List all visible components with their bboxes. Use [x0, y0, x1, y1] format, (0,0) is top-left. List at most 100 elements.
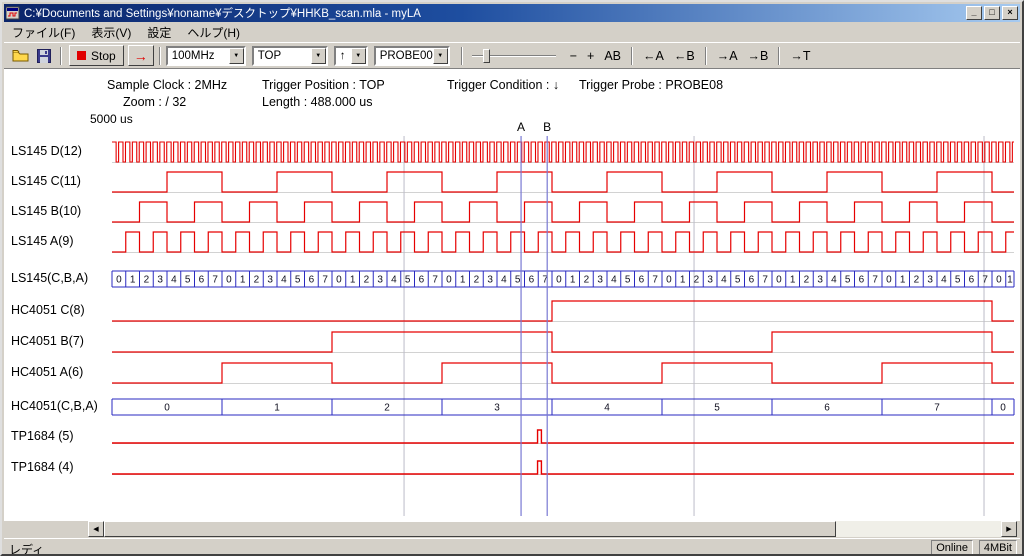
bus-value: 3	[157, 275, 163, 286]
sample-rate-combo[interactable]: 100MHz ▼	[166, 46, 246, 66]
bus-value: 3	[377, 275, 383, 286]
goto-trigger-button[interactable]: →T	[786, 48, 814, 64]
zoom-slider-thumb[interactable]	[483, 49, 490, 63]
goto-cursor-a-right-button[interactable]: →A	[713, 48, 742, 64]
bus-value: 5	[955, 275, 961, 286]
bus-value: 0	[336, 275, 342, 286]
bus-value: 4	[831, 275, 837, 286]
menu-item-2[interactable]: 設定	[139, 22, 179, 43]
trigger-position-value: TOP	[258, 50, 281, 62]
cursor-label-a[interactable]: A	[517, 120, 525, 134]
bus-value: 6	[639, 275, 645, 286]
bus-value: 3	[707, 275, 713, 286]
digital-wave	[112, 172, 1014, 192]
bus-value: 1	[790, 275, 796, 286]
digital-wave	[112, 202, 1014, 222]
bus-value: 2	[474, 275, 480, 286]
channel-label: LS145 C(11)	[11, 174, 81, 190]
minimize-button[interactable]: _	[966, 6, 982, 20]
bus-value: 1	[1007, 275, 1013, 286]
bus-value: 0	[1000, 403, 1006, 414]
bus-value: 7	[212, 275, 218, 286]
bus-value: 3	[817, 275, 823, 286]
zoom-out-button[interactable]: −	[566, 48, 581, 64]
bus-value: 7	[322, 275, 328, 286]
bus-value: 4	[391, 275, 397, 286]
horizontal-scrollbar[interactable]: ◀ ▶	[88, 521, 1017, 537]
sample-rate-value: 100MHz	[172, 50, 215, 62]
goto-cursor-b-right-button[interactable]: →B	[744, 48, 773, 64]
bus-value: 1	[274, 403, 280, 414]
zoom-slider[interactable]	[472, 46, 556, 66]
scroll-left-button[interactable]: ◀	[88, 521, 104, 537]
save-file-button[interactable]	[32, 45, 55, 66]
strobe-wave	[112, 142, 1014, 162]
trigger-probe-combo[interactable]: PROBE00 ▼	[374, 46, 450, 66]
bus-value: 6	[309, 275, 315, 286]
channel-label: HC4051 A(6)	[11, 365, 83, 381]
bus-value: 6	[969, 275, 975, 286]
bus-value: 0	[556, 275, 562, 286]
chevron-down-icon[interactable]: ▼	[229, 48, 244, 64]
cursor-label-b[interactable]: B	[543, 120, 551, 134]
channel-label: LS145 B(10)	[11, 204, 81, 220]
bus-value: 6	[419, 275, 425, 286]
bus-value: 1	[460, 275, 466, 286]
scrollbar-thumb[interactable]	[104, 521, 836, 537]
channel-label: HC4051 C(8)	[11, 303, 85, 319]
bus-value: 2	[144, 275, 150, 286]
chevron-down-icon[interactable]: ▼	[351, 48, 366, 64]
chevron-down-icon[interactable]: ▼	[311, 48, 326, 64]
title-bar[interactable]: C:¥Documents and Settings¥noname¥デスクトップ¥…	[4, 4, 1020, 22]
bus-value: 7	[982, 275, 988, 286]
goto-cursor-a-left-button[interactable]: ←A	[639, 48, 668, 64]
status-memory-badge: 4MBit	[979, 540, 1017, 555]
chevron-down-icon[interactable]: ▼	[433, 48, 448, 64]
app-window: C:¥Documents and Settings¥noname¥デスクトップ¥…	[0, 0, 1024, 556]
bus-value: 4	[171, 275, 177, 286]
sample-clock-text: Sample Clock : 2MHz	[107, 78, 227, 92]
bus-value: 1	[680, 275, 686, 286]
bus-value: 2	[254, 275, 260, 286]
zoom-ab-button[interactable]: AB	[600, 48, 625, 64]
status-ready-text: レディ	[9, 541, 44, 556]
trigger-position-text: Trigger Position : TOP	[262, 78, 385, 92]
bus-value: 1	[900, 275, 906, 286]
menu-bar: ファイル(F)表示(V)設定ヘルプ(H)	[4, 22, 1020, 42]
bus-value: 4	[941, 275, 947, 286]
run-button[interactable]: →	[128, 45, 154, 66]
waveform-plot[interactable]: 0123456701234567012345670123456701234567…	[109, 120, 1015, 520]
trigger-edge-combo[interactable]: ↑ ▼	[334, 46, 368, 66]
bus-value: 0	[886, 275, 892, 286]
bus-value: 5	[405, 275, 411, 286]
trigger-position-combo[interactable]: TOP ▼	[252, 46, 328, 66]
toolbar-separator	[159, 47, 161, 65]
menu-item-3[interactable]: ヘルプ(H)	[179, 22, 248, 43]
toolbar: Stop → 100MHz ▼ TOP ▼ ↑ ▼ PROBE00 ▼ − + …	[4, 42, 1020, 69]
bus-value: 7	[762, 275, 768, 286]
bus-value: 5	[735, 275, 741, 286]
bus-value: 0	[116, 275, 122, 286]
maximize-button[interactable]: □	[984, 6, 1000, 20]
channel-label: HC4051(C,B,A)	[11, 399, 98, 415]
window-title: C:¥Documents and Settings¥noname¥デスクトップ¥…	[24, 5, 964, 21]
close-button[interactable]: ×	[1002, 6, 1018, 20]
stop-button[interactable]: Stop	[69, 45, 124, 66]
goto-cursor-b-left-button[interactable]: ←B	[670, 48, 699, 64]
menu-item-1[interactable]: 表示(V)	[83, 22, 139, 43]
open-file-button[interactable]	[9, 45, 32, 66]
bus-value: 1	[240, 275, 246, 286]
bus-value: 5	[295, 275, 301, 286]
bus-value: 6	[824, 403, 830, 414]
zoom-in-button[interactable]: +	[583, 48, 598, 64]
bus-value: 4	[604, 403, 610, 414]
scroll-right-button[interactable]: ▶	[1001, 521, 1017, 537]
bus-value: 3	[267, 275, 273, 286]
bus-value: 0	[996, 275, 1002, 286]
channel-label: HC4051 B(7)	[11, 334, 84, 350]
menu-item-0[interactable]: ファイル(F)	[4, 22, 83, 43]
bus-value: 3	[487, 275, 493, 286]
status-online-badge: Online	[931, 540, 973, 555]
waveform-client-area: Sample Clock : 2MHz Trigger Position : T…	[4, 69, 1020, 521]
digital-wave	[112, 332, 1014, 352]
